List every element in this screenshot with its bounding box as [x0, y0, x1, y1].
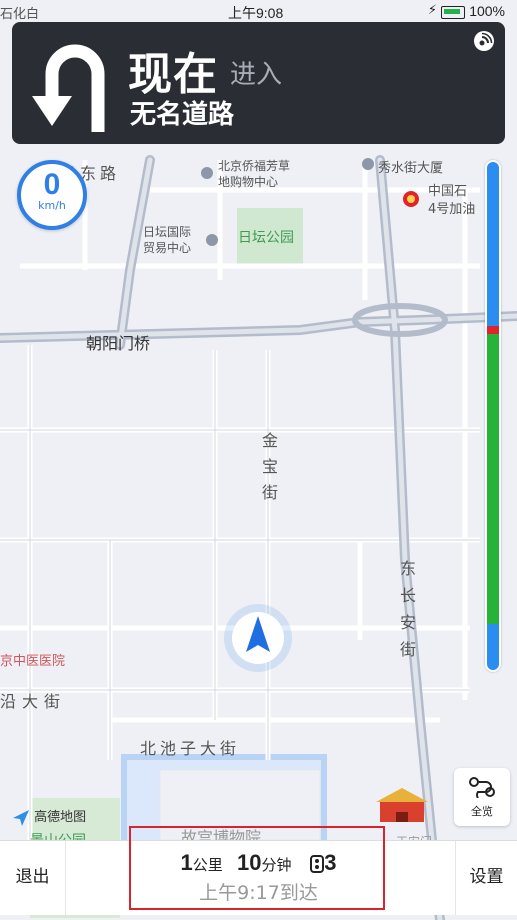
map-label-jinbao-street: 金 宝 街 — [262, 428, 278, 506]
settings-button[interactable]: 设置 — [455, 841, 517, 915]
amap-logo: 高德地图 — [12, 806, 86, 827]
route-overview-icon — [469, 777, 495, 799]
map-label-line: 地购物中心 — [218, 175, 279, 189]
map-label-char: 安 — [400, 613, 417, 632]
remaining-distance-value: 1 — [180, 850, 193, 875]
navigation-instruction-card[interactable]: 现在 进入 无名道路 — [12, 22, 505, 144]
trip-remaining: 1公里 10分钟 3 — [66, 850, 451, 876]
battery-percent: 100% — [469, 3, 505, 19]
speed-unit: km/h — [38, 199, 66, 212]
overview-button[interactable]: 全览 — [454, 768, 510, 826]
map-label-char: 金 — [262, 431, 279, 450]
traffic-segment-smooth — [487, 334, 499, 624]
map-label-line: 北京侨福芳草 — [218, 159, 291, 173]
map-label-xiushui: 秀水街大厦 — [378, 161, 444, 176]
traffic-segment-free — [487, 162, 499, 326]
map-label-line: 日坛国际 — [143, 225, 192, 239]
speedometer: 0 km/h — [17, 160, 87, 230]
map-label-hospital: 京中医医院 — [0, 654, 66, 669]
map-label-char: 宝 — [262, 457, 279, 476]
charging-icon: ⚡ — [427, 3, 437, 18]
gps-signal-icon[interactable] — [473, 30, 495, 52]
map-label-dongchangan: 东 长 安 街 — [400, 555, 416, 663]
exit-button[interactable]: 退出 — [0, 841, 66, 915]
map-label-char: 东 — [400, 559, 417, 578]
next-road-name: 无名道路 — [130, 100, 235, 130]
map-label-char: 街 — [400, 640, 417, 659]
remaining-time-unit: 分钟 — [261, 856, 292, 874]
map-label-beichizi: 北池子大街 — [140, 739, 241, 758]
arrival-time: 上午9:17到达 — [199, 882, 318, 904]
map-label-line: 4号加油 — [428, 202, 476, 217]
speed-value: 0 — [43, 168, 61, 201]
map-label-qiaofu: 北京侨福芳草 地购物中心 — [218, 158, 290, 190]
remaining-time-value: 10 — [237, 850, 262, 875]
map-label-ritan-park: 日坛公园 — [238, 230, 294, 246]
traffic-segment-jam — [487, 326, 499, 334]
status-left-road: 石化白 — [0, 7, 40, 22]
map-label-char: 长 — [400, 586, 417, 605]
map-label-zhaoyang-bridge: 朝阳门桥 — [86, 334, 151, 353]
map-label-line: 中国石 — [428, 184, 468, 199]
trip-summary[interactable]: 1公里 10分钟 3 上午9:17到达 — [66, 841, 451, 915]
map-label-char: 街 — [262, 483, 279, 502]
traffic-segment-free — [487, 624, 499, 670]
map-label-sinopec: 中国石 4号加油 — [428, 183, 475, 219]
traffic-status-bar — [485, 160, 501, 672]
status-bar: 石化白 上午9:08 ⚡ 100% — [0, 0, 517, 24]
map-label-line: 贸易中心 — [143, 241, 192, 255]
overview-label: 全览 — [471, 805, 493, 818]
amap-logo-text: 高德地图 — [34, 810, 87, 825]
remaining-distance-unit: 公里 — [192, 856, 223, 874]
map-label-ritan-trade: 日坛国际 贸易中心 — [143, 224, 191, 256]
map-label-yanjie: 沿大街 — [0, 692, 67, 711]
status-time: 上午9:08 — [228, 5, 284, 21]
bottom-navigation-bar: 退出 1公里 10分钟 3 上午9:17到达 设置 — [0, 840, 517, 915]
traffic-light-count: 3 — [324, 850, 337, 875]
instruction-now: 现在 — [128, 50, 218, 99]
battery-icon — [441, 6, 465, 19]
u-turn-icon — [32, 44, 105, 132]
amap-logo-icon — [13, 809, 29, 826]
traffic-light-icon — [310, 855, 325, 873]
instruction-action: 进入 — [230, 60, 283, 90]
